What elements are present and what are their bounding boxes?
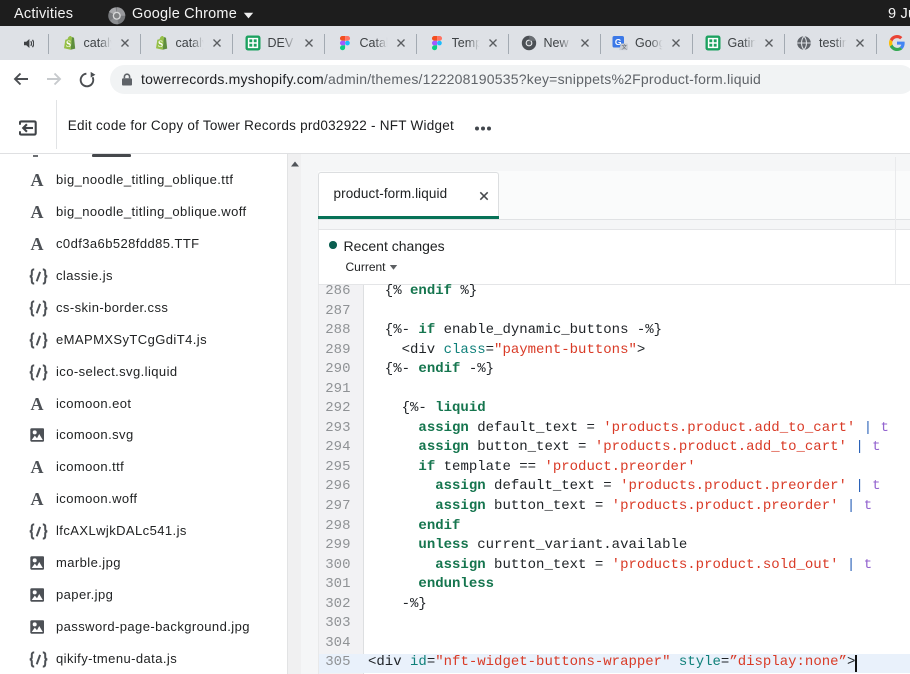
svg-text:文: 文	[621, 43, 627, 51]
svg-text:S: S	[158, 39, 163, 49]
svg-text:S: S	[66, 39, 71, 49]
